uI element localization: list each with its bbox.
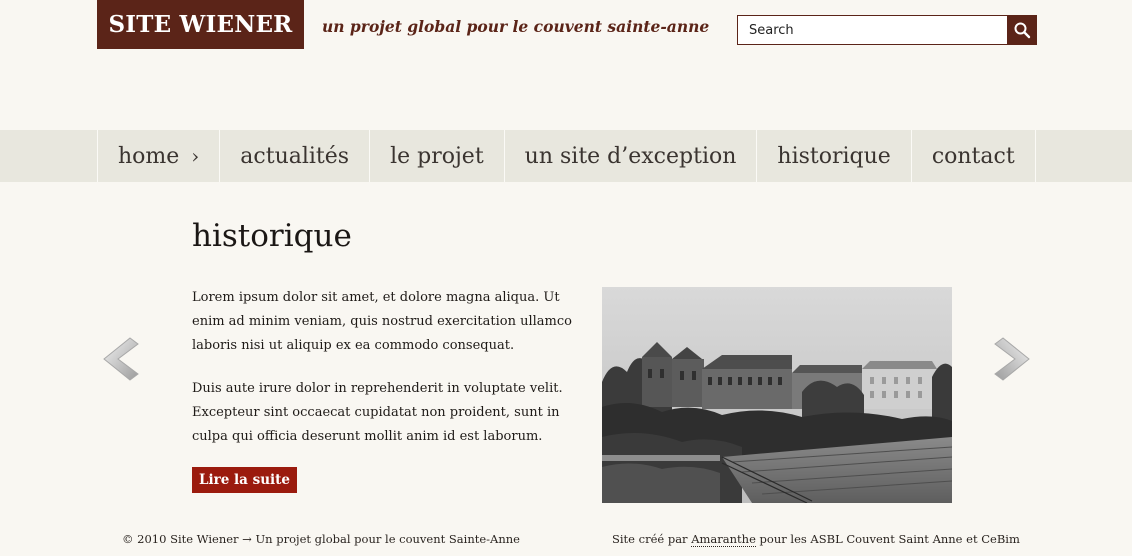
next-slide-button[interactable] <box>991 336 1033 382</box>
nav-item-label: actualités <box>240 143 350 169</box>
page-title: historique <box>192 218 352 254</box>
nav-item-le-projet[interactable]: le projet <box>370 130 505 182</box>
footer-credits-suffix: pour les ASBL Couvent Saint Anne et CeBi… <box>755 532 1020 546</box>
footer-copyright: © 2010 Site Wiener → Un projet global po… <box>122 532 520 546</box>
magnifier-icon <box>1014 22 1031 39</box>
main-nav: home › actualités le projet un site d’ex… <box>97 130 1036 182</box>
footer-credits-prefix: Site créé par <box>612 532 692 546</box>
nav-item-label: historique <box>777 143 891 169</box>
search-form <box>737 15 1037 45</box>
footer-credits: Site créé par Amaranthe pour les ASBL Co… <box>612 532 1020 547</box>
nav-bar: home › actualités le projet un site d’ex… <box>0 130 1132 182</box>
chevron-left-icon <box>103 337 139 381</box>
historic-photo <box>602 287 952 503</box>
search-input[interactable] <box>737 15 1007 45</box>
site-tagline: un projet global pour le couvent sainte-… <box>322 17 710 36</box>
nav-item-label: home <box>118 143 180 169</box>
amaranthe-link[interactable]: Amaranthe <box>691 532 756 547</box>
nav-item-site-exception[interactable]: un site d’exception <box>505 130 758 182</box>
paragraph: Lorem ipsum dolor sit amet, et dolore ma… <box>192 290 572 353</box>
nav-item-contact[interactable]: contact <box>912 130 1036 182</box>
intro-text: Lorem ipsum dolor sit amet, et dolore ma… <box>192 286 592 468</box>
nav-item-historique[interactable]: historique <box>757 130 912 182</box>
chevron-right-icon <box>994 337 1030 381</box>
nav-active-chevron-icon: › <box>191 144 200 168</box>
paragraph: Duis aute irure dolor in reprehenderit i… <box>192 381 563 444</box>
nav-item-label: le projet <box>390 143 484 169</box>
nav-item-actualites[interactable]: actualités <box>220 130 371 182</box>
previous-slide-button[interactable] <box>100 336 142 382</box>
search-button[interactable] <box>1007 15 1037 45</box>
logo-text: SITE WIENER <box>108 11 293 38</box>
nav-item-label: contact <box>931 143 1015 169</box>
site-logo[interactable]: SITE WIENER <box>97 0 304 49</box>
nav-item-label: un site d’exception <box>524 143 737 169</box>
convent-photo-image <box>602 287 952 503</box>
read-more-button[interactable]: Lire la suite <box>192 467 297 493</box>
nav-item-home[interactable]: home › <box>98 130 221 182</box>
